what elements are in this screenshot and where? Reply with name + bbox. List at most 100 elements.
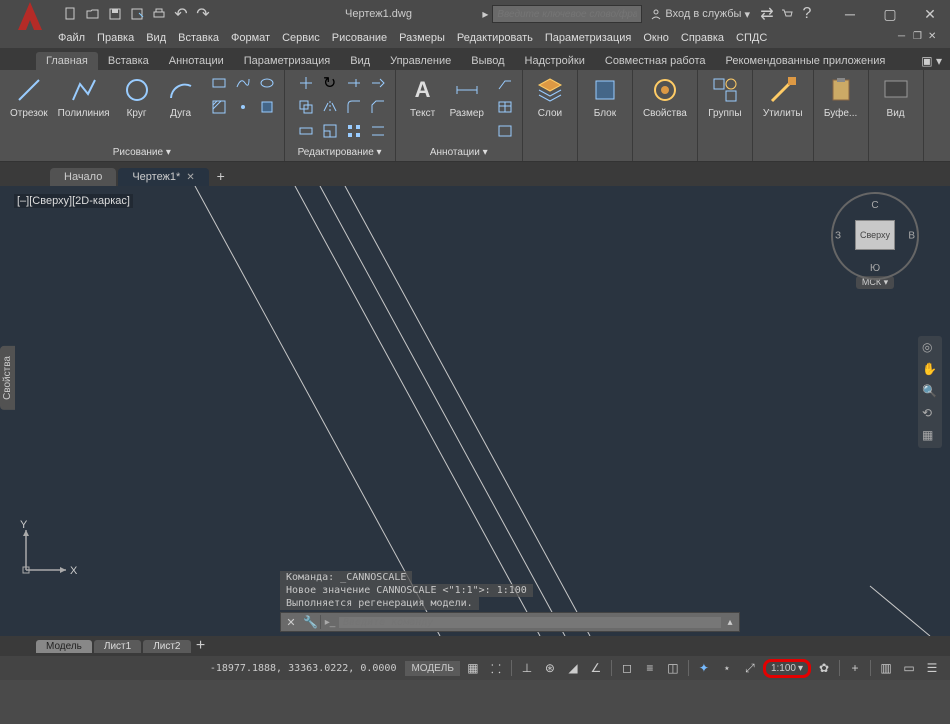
rotate-icon[interactable]: ↻ bbox=[319, 72, 341, 94]
arc-button[interactable]: Дуга bbox=[160, 72, 202, 121]
ribbon-tab-parametric[interactable]: Параметризация bbox=[234, 52, 340, 70]
rect-icon[interactable] bbox=[208, 72, 230, 94]
file-tab-drawing1[interactable]: Чертеж1*✕ bbox=[118, 168, 208, 186]
block-button[interactable]: Блок bbox=[584, 72, 626, 121]
doc-restore-icon[interactable]: ❐ bbox=[913, 31, 927, 45]
close-tab-icon[interactable]: ✕ bbox=[186, 172, 194, 183]
clipboard-button[interactable]: Буфе... bbox=[820, 72, 862, 121]
search-input[interactable] bbox=[492, 5, 642, 23]
stretch-icon[interactable] bbox=[295, 120, 317, 142]
grid-icon[interactable]: ▦ bbox=[463, 659, 483, 677]
region-icon[interactable] bbox=[256, 96, 278, 118]
isodraft-icon[interactable]: ◢ bbox=[563, 659, 583, 677]
signin-button[interactable]: Вход в службы ▾ bbox=[644, 8, 756, 21]
menu-parametric[interactable]: Параметризация bbox=[539, 30, 637, 46]
app-logo[interactable] bbox=[10, 0, 50, 36]
layout-tab-sheet2[interactable]: Лист2 bbox=[143, 640, 190, 653]
ribbon-tab-home[interactable]: Главная bbox=[36, 52, 98, 70]
ribbon-tab-featured[interactable]: Рекомендованные приложения bbox=[716, 52, 896, 70]
view-button[interactable]: Вид bbox=[875, 72, 917, 121]
ribbon-tab-manage[interactable]: Управление bbox=[380, 52, 461, 70]
drawing-viewport[interactable]: [–][Сверху][2D-каркас] Свойства С Ю В З … bbox=[0, 186, 950, 636]
layers-button[interactable]: Слои bbox=[529, 72, 571, 121]
menu-window[interactable]: Окно bbox=[637, 30, 675, 46]
model-space-button[interactable]: МОДЕЛЬ bbox=[405, 661, 459, 676]
file-tab-start[interactable]: Начало bbox=[50, 168, 116, 186]
leader-icon[interactable] bbox=[494, 72, 516, 94]
command-line[interactable]: ✕ 🔧 ▸_ ▴ bbox=[280, 612, 740, 632]
fillet-icon[interactable] bbox=[343, 96, 365, 118]
spline-icon[interactable] bbox=[232, 72, 254, 94]
offset-icon[interactable] bbox=[367, 120, 389, 142]
ribbon-tab-annotate[interactable]: Аннотации bbox=[159, 52, 234, 70]
nav-orbit-icon[interactable]: ⟲ bbox=[922, 406, 938, 422]
nav-wheel-icon[interactable]: ◎ bbox=[922, 340, 938, 356]
doc-minimize-icon[interactable]: ─ bbox=[898, 31, 912, 45]
viewcube-top-face[interactable]: Сверху bbox=[855, 220, 895, 250]
mirror-icon[interactable] bbox=[319, 96, 341, 118]
transparency-icon[interactable]: ◫ bbox=[663, 659, 683, 677]
dimension-button[interactable]: Размер bbox=[446, 72, 488, 121]
copy-icon[interactable] bbox=[295, 96, 317, 118]
circle-button[interactable]: Круг bbox=[116, 72, 158, 121]
annovis-icon[interactable]: ⋆ bbox=[717, 659, 737, 677]
help-icon[interactable]: ? bbox=[798, 5, 816, 23]
ribbon-tab-output[interactable]: Вывод bbox=[461, 52, 514, 70]
viewcube-widget[interactable]: С Ю В З Сверху МСК ▾ bbox=[830, 196, 920, 289]
workspace-icon[interactable]: ✿ bbox=[814, 659, 834, 677]
command-input[interactable] bbox=[339, 617, 721, 628]
menu-file[interactable]: Файл bbox=[52, 30, 91, 46]
move-icon[interactable] bbox=[295, 72, 317, 94]
menu-modify[interactable]: Редактировать bbox=[451, 30, 539, 46]
cmd-customize-icon[interactable]: 🔧 bbox=[301, 615, 321, 629]
layout-tab-model[interactable]: Модель bbox=[36, 640, 92, 653]
line-button[interactable]: Отрезок bbox=[6, 72, 52, 121]
menu-edit[interactable]: Правка bbox=[91, 30, 140, 46]
properties-button[interactable]: Свойства bbox=[639, 72, 691, 121]
maximize-button[interactable]: ▢ bbox=[870, 0, 910, 28]
lineweight-icon[interactable]: ≡ bbox=[640, 659, 660, 677]
polyline-button[interactable]: Полилиния bbox=[54, 72, 114, 121]
layout-tab-sheet1[interactable]: Лист1 bbox=[94, 640, 141, 653]
panel-draw-title[interactable]: Рисование ▾ bbox=[6, 143, 278, 161]
hardware-accel-icon[interactable]: ▭ bbox=[899, 659, 919, 677]
viewcube-west[interactable]: З bbox=[835, 231, 841, 242]
osnap-icon[interactable]: ◻ bbox=[617, 659, 637, 677]
search-dropdown-icon[interactable]: ▸ bbox=[482, 7, 488, 21]
ortho-icon[interactable]: ⊥ bbox=[517, 659, 537, 677]
doc-close-icon[interactable]: ✕ bbox=[928, 31, 942, 45]
viewcube-north[interactable]: С bbox=[871, 200, 878, 211]
nav-showmotion-icon[interactable]: ▦ bbox=[922, 428, 938, 444]
menu-format[interactable]: Формат bbox=[225, 30, 276, 46]
mtext-icon[interactable] bbox=[494, 120, 516, 142]
snap-icon[interactable]: ⸬ bbox=[486, 659, 506, 677]
otrack-icon[interactable]: ∠ bbox=[586, 659, 606, 677]
polar-icon[interactable]: ⊛ bbox=[540, 659, 560, 677]
customize-icon[interactable]: ☰ bbox=[922, 659, 942, 677]
utilities-button[interactable]: Утилиты bbox=[759, 72, 807, 121]
groups-button[interactable]: Группы bbox=[704, 72, 746, 121]
qa-undo-icon[interactable]: ↶ bbox=[172, 5, 190, 23]
qa-open-icon[interactable] bbox=[84, 5, 102, 23]
chamfer-icon[interactable] bbox=[367, 96, 389, 118]
ribbon-tab-collab[interactable]: Совместная работа bbox=[595, 52, 716, 70]
qa-redo-icon[interactable]: ↷ bbox=[194, 5, 212, 23]
ui-lock-icon[interactable]: ▥ bbox=[876, 659, 896, 677]
annomonitor-icon[interactable]: ✦ bbox=[694, 659, 714, 677]
exchange-icon[interactable]: ⇄ bbox=[758, 5, 776, 23]
cmd-close-icon[interactable]: ✕ bbox=[281, 616, 301, 629]
trim-icon[interactable] bbox=[343, 72, 365, 94]
text-button[interactable]: AТекст bbox=[402, 72, 444, 121]
hatch-icon[interactable] bbox=[208, 96, 230, 118]
menu-dimension[interactable]: Размеры bbox=[393, 30, 451, 46]
autoscale-icon[interactable]: ⤢ bbox=[740, 659, 760, 677]
menu-help[interactable]: Справка bbox=[675, 30, 730, 46]
panel-anno-title[interactable]: Аннотации ▾ bbox=[402, 143, 516, 161]
add-tab-button[interactable]: + bbox=[211, 168, 231, 186]
minimize-button[interactable]: ─ bbox=[830, 0, 870, 28]
layout-add-button[interactable]: + bbox=[193, 637, 209, 655]
cart-icon[interactable] bbox=[778, 5, 796, 23]
array-icon[interactable] bbox=[343, 120, 365, 142]
viewcube-south[interactable]: Ю bbox=[870, 263, 880, 274]
ribbon-expand-icon[interactable]: ▣ ▾ bbox=[913, 52, 950, 70]
